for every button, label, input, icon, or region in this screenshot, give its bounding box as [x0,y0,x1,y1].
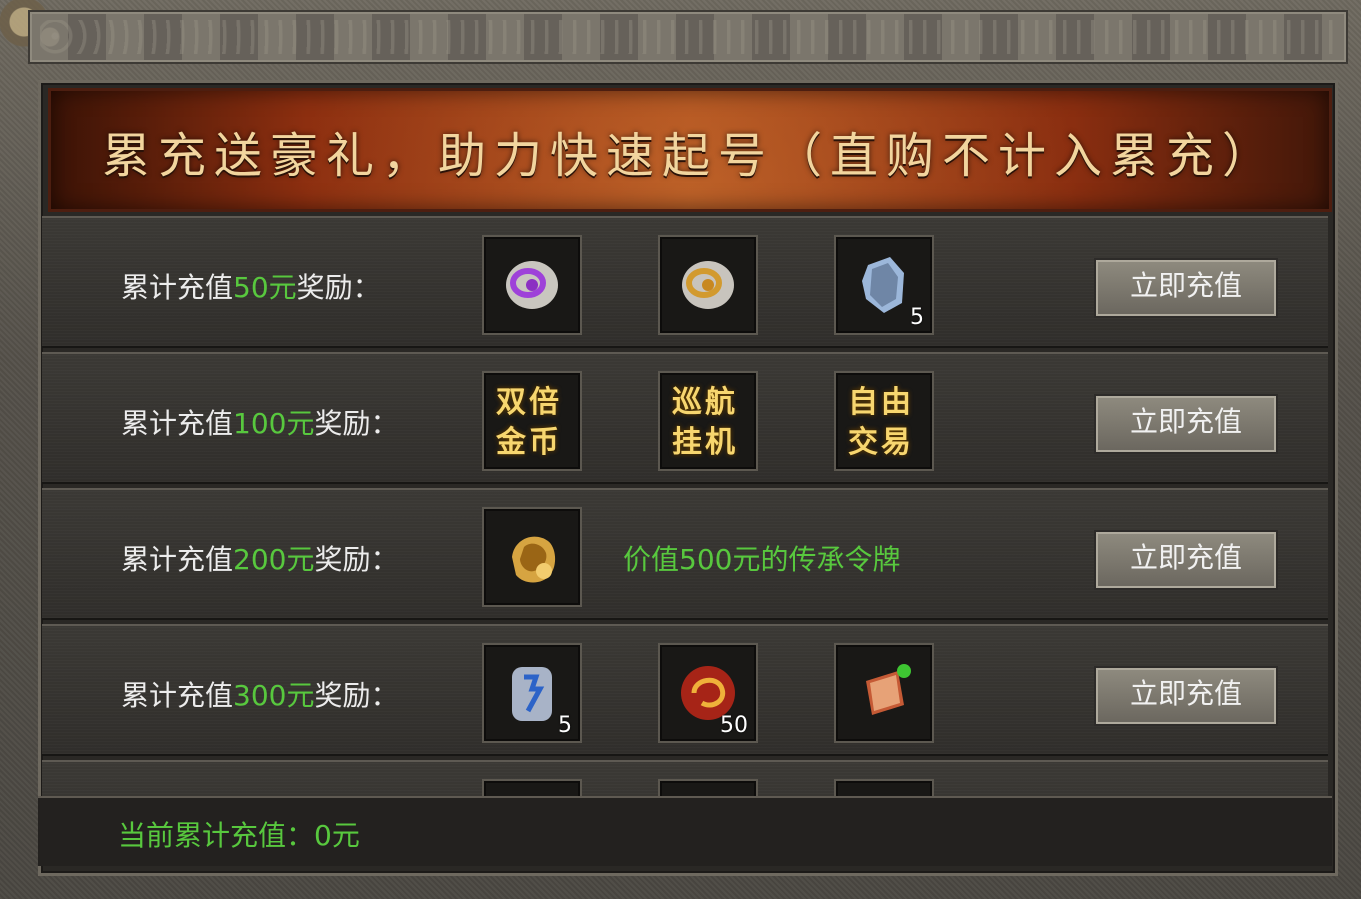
reward-label-prefix: 累计充值 [121,543,234,576]
reward-slot[interactable] [834,643,934,743]
recharge-now-button[interactable]: 立即充值 [1094,666,1278,726]
reward-row-label: 累计充值200元奖励： [121,538,398,578]
reward-label-prefix: 累计充值 [121,271,234,304]
gold-text-tile-icon: 自由交易 [848,385,914,460]
reward-slot[interactable] [834,779,934,796]
reward-label-suffix: 奖励： [314,679,399,712]
reward-label-suffix: 奖励： [314,407,399,440]
recharge-now-button[interactable]: 立即充值 [1094,258,1278,318]
current-recharge-prefix: 当前累计充值： [118,819,315,852]
reward-slot[interactable]: 5 [482,643,582,743]
reward-amount: 200元 [233,543,315,576]
reward-slot[interactable] [482,779,582,796]
reward-slot[interactable]: 50 [658,643,758,743]
reward-label-prefix: 累计充值 [121,679,234,712]
reward-row-50: 累计充值50元奖励： 5 立即充值 [42,216,1328,348]
reward-slot[interactable]: 5 [834,235,934,335]
reward-row-label: 累计充值100元奖励： [121,402,398,442]
item-count: 5 [910,305,924,330]
reward-label-suffix: 奖励： [296,271,381,304]
reward-amount: 50元 [233,271,297,304]
reward-slot[interactable] [658,235,758,335]
reward-slot[interactable] [658,779,758,796]
gold-text-tile-icon: 双倍金币 [496,385,562,460]
reward-amount: 300元 [233,679,315,712]
gold-text-tile-icon: 巡航挂机 [672,385,738,460]
reward-row-label: 累计充值50元奖励： [121,266,381,306]
reward-slot[interactable]: 巡航挂机 [658,371,758,471]
recharge-window: 累充送豪礼，助力快速起号（直购不计入累充） 累计充值50元奖励： 5 立即充值 … [0,0,1361,899]
reward-list[interactable]: 累计充值50元奖励： 5 立即充值 累计充值100元奖励： 双倍金币 巡航挂机 … [42,216,1328,796]
red-skill-book-icon [866,664,911,715]
reward-label-suffix: 奖励： [314,543,399,576]
reward-slot[interactable]: 双倍金币 [482,371,582,471]
golden-token-icon [512,536,556,583]
reward-slot[interactable] [482,507,582,607]
banner-title: 累充送豪礼，助力快速起号（直购不计入累充） [101,128,1278,184]
reward-row-100: 累计充值100元奖励： 双倍金币 巡航挂机 自由交易 立即充值 [42,352,1328,484]
reward-row-300: 累计充值300元奖励： 5 50 立即充值 [42,624,1328,756]
reward-amount: 100元 [233,407,315,440]
item-count: 50 [720,713,748,738]
recharge-now-button[interactable]: 立即充值 [1094,394,1278,454]
recharge-now-button[interactable]: 立即充值 [1094,530,1278,590]
purple-rune-stone-icon [506,261,558,309]
reward-row-label: 累计充值300元奖励： [121,674,398,714]
current-recharge-amount: 0元 [314,819,360,852]
top-ornament-band [28,10,1348,64]
reward-description: 价值500元的传承令牌 [623,543,901,576]
reward-row-partial [42,760,1328,796]
reward-slot[interactable] [482,235,582,335]
current-recharge-bar: 当前累计充值：0元 [38,796,1332,866]
promo-banner: 累充送豪礼，助力快速起号（直购不计入累充） [48,88,1332,212]
item-count: 5 [558,713,572,738]
reward-row-200: 累计充值200元奖励： 价值500元的传承令牌 立即充值 [42,488,1328,620]
reward-slot[interactable]: 自由交易 [834,371,934,471]
reward-label-prefix: 累计充值 [121,407,234,440]
gold-rune-stone-icon [682,261,734,309]
current-recharge-label: 当前累计充值：0元 [118,814,360,854]
